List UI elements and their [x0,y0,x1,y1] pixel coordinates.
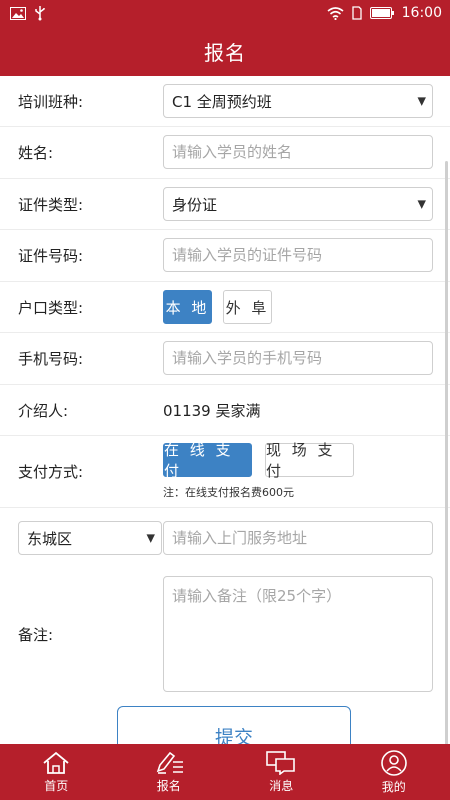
status-bar: 16:00 [0,0,450,26]
submit-button[interactable]: 提交 [117,706,351,744]
tab-signup-label: 报名 [156,778,181,793]
battery-icon [369,7,394,19]
district-select[interactable]: 东城区 ▼ [18,521,162,555]
hukou-local-label: 本 地 [165,298,210,317]
form-content[interactable]: 培训班种: C1 全周预约班 ▼ 姓名: 证件类型: 身份证 ▼ 证件号码: 户… [0,76,450,744]
tab-home-label: 首页 [44,778,69,793]
course-value: C1 全周预约班 [172,92,272,111]
hukou-local-button[interactable]: 本 地 [163,290,212,324]
tab-profile-label: 我的 [381,779,406,794]
scrollbar[interactable] [445,161,448,744]
status-time: 16:00 [401,5,442,21]
payment-online-button[interactable]: 在 线 支 付 [163,441,252,480]
course-label: 培训班种: [18,92,84,111]
id-number-input[interactable] [172,246,432,264]
phone-row: 手机号码: [0,333,450,385]
tab-home[interactable]: 首页 [0,744,113,800]
tab-signup[interactable]: 报名 [113,744,226,800]
remarks-textarea[interactable] [172,585,432,683]
usb-icon [34,5,46,21]
dropdown-arrow-icon: ▼ [146,531,155,545]
id-number-row: 证件号码: [0,230,450,282]
tab-profile[interactable]: 我的 [338,744,450,800]
referrer-label: 介绍人: [18,401,69,420]
address-row: 东城区 ▼ [0,508,450,564]
hukou-row: 户口类型: 本 地 外 阜 [0,282,450,333]
id-number-field-box [163,238,433,272]
sim-icon [351,6,362,20]
remarks-label: 备注: [18,626,54,644]
submit-label: 提交 [214,726,253,745]
edit-icon [154,751,184,775]
payment-onsite-button[interactable]: 现 场 支 付 [265,441,354,480]
dropdown-arrow-icon: ▼ [417,197,426,211]
tab-messages-label: 消息 [269,778,294,793]
address-field-box [163,521,433,555]
name-field-box [163,135,433,169]
district-value: 东城区 [27,529,73,548]
referrer-row: 介绍人: 01139 吴家满 [0,385,450,436]
course-select[interactable]: C1 全周预约班 ▼ [163,84,433,118]
phone-field-box [163,341,433,375]
image-icon [10,6,26,20]
user-icon [380,749,408,776]
id-type-row: 证件类型: 身份证 ▼ [0,179,450,230]
name-row: 姓名: [0,127,450,179]
payment-label: 支付方式: [18,463,84,481]
page-header: 报名 [0,26,450,76]
page-title: 报名 [204,40,246,65]
id-type-value: 身份证 [172,195,218,214]
course-row: 培训班种: C1 全周预约班 ▼ [0,76,450,127]
name-label: 姓名: [18,144,54,162]
payment-onsite-label: 现 场 支 付 [266,441,336,480]
payment-online-label: 在 线 支 付 [164,441,234,480]
id-type-label: 证件类型: [18,195,84,214]
address-input[interactable] [172,529,432,547]
hukou-nonlocal-label: 外 阜 [225,298,270,317]
name-input[interactable] [172,143,432,161]
remarks-field-box [163,576,433,692]
message-icon [266,750,296,775]
wifi-icon [327,6,344,20]
dropdown-arrow-icon: ▼ [417,94,426,108]
tab-messages[interactable]: 消息 [225,744,338,800]
phone-label: 手机号码: [18,350,84,368]
hukou-label: 户口类型: [18,298,84,317]
referrer-value: 01139 吴家满 [163,401,261,420]
hukou-nonlocal-button[interactable]: 外 阜 [223,290,272,324]
remarks-row: 备注: [0,564,450,699]
phone-input[interactable] [172,349,432,367]
id-type-select[interactable]: 身份证 ▼ [163,187,433,221]
home-icon [42,751,70,775]
bottom-tab-bar: 首页 报名 消息 我的 [0,744,450,800]
payment-row: 支付方式: 在 线 支 付 现 场 支 付 注：在线支付报名费600元 [0,436,450,508]
payment-note: 注：在线支付报名费600元 [163,486,294,499]
id-number-label: 证件号码: [18,247,84,265]
